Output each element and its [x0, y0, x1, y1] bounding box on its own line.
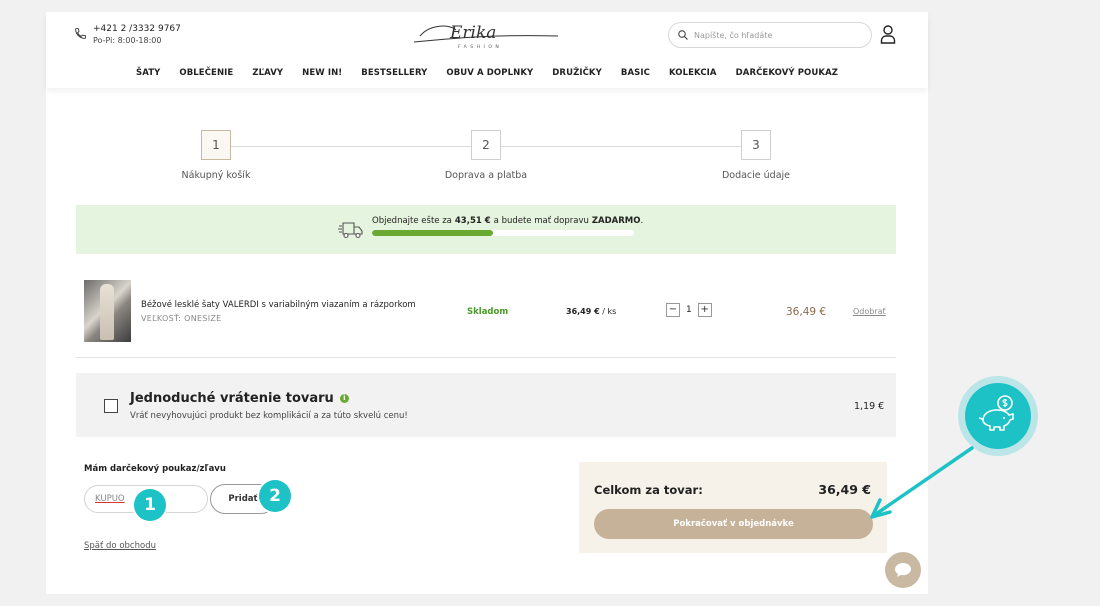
step-number: 2 — [471, 130, 501, 160]
main-navigation: ŠATY OBLEČENIE ZĽAVY NEW IN! BESTSELLERY… — [46, 68, 928, 78]
shipping-text-before: Objednajte ešte za — [372, 216, 452, 226]
shipping-free-label: ZADARMO — [591, 216, 641, 226]
step-number: 3 — [741, 130, 771, 160]
quantity-decrease-button[interactable]: − — [666, 303, 680, 317]
easy-return-option: Jednoduché vrátenie tovaru i Vráť nevyho… — [76, 373, 896, 437]
quantity-increase-button[interactable]: + — [697, 303, 712, 317]
brand-logo[interactable]: Erika FASHION — [410, 20, 562, 50]
easy-return-title: Jednoduché vrátenie tovaru — [130, 391, 334, 406]
truck-icon — [338, 222, 363, 239]
unit-price-value: 36,49 € — [566, 307, 600, 316]
free-shipping-banner: Objednajte ešte za 43,51 € a budete mať … — [76, 205, 896, 254]
product-image-figure — [100, 284, 114, 340]
piggy-bank-circle — [965, 383, 1031, 449]
voucher-label: Mám darčekový poukaz/zľavu — [84, 464, 226, 474]
logo-text: Erika — [449, 23, 496, 43]
step-label: Doprava a platba — [444, 170, 528, 181]
piggy-bank-icon — [978, 395, 1014, 431]
header: +421 2 /3332 9767 Po-Pi: 8:00-18:00 Erik… — [46, 12, 928, 88]
nav-item-basic[interactable]: BASIC — [621, 68, 650, 78]
continue-order-button[interactable]: Pokračovať v objednávke — [594, 509, 873, 539]
cart-item-row: Béžové lesklé šaty VALERDI s variabilným… — [76, 274, 896, 358]
unit-price: 36,49 € / ks — [566, 307, 616, 316]
product-size: VEĽKOSŤ: ONESIZE — [141, 314, 222, 323]
shipping-remaining-amount: 43,51 € — [454, 216, 491, 226]
step-number: 1 — [201, 130, 231, 160]
product-thumbnail[interactable] — [84, 280, 131, 342]
user-account-icon[interactable] — [880, 24, 896, 44]
chat-bubble-icon — [895, 563, 911, 577]
nav-item-oblecenie[interactable]: OBLEČENIE — [179, 68, 233, 78]
annotation-arrow — [870, 446, 974, 519]
nav-item-zlavy[interactable]: ZĽAVY — [252, 68, 283, 78]
shipping-text-middle: a budete mať dopravu — [493, 216, 589, 226]
remove-item-link[interactable]: Odobrať — [853, 307, 886, 316]
annotation-badge-2: 2 — [259, 480, 291, 512]
search-icon — [678, 30, 688, 40]
step-delivery-details[interactable]: 3 Dodacie údaje — [696, 130, 816, 181]
phone-icon — [75, 28, 86, 39]
step-shipping-payment[interactable]: 2 Doprava a platba — [426, 130, 546, 181]
nav-item-darcekovy-poukaz[interactable]: DARČEKOVÝ POUKAZ — [736, 68, 838, 78]
logo-subtitle: FASHION — [458, 44, 502, 50]
summary-label: Celkom za tovar: — [594, 483, 703, 497]
easy-return-checkbox[interactable] — [104, 399, 118, 413]
nav-item-obuv-a-doplnky[interactable]: OBUV A DOPLNKY — [446, 68, 533, 78]
unit-label: / ks — [602, 307, 617, 316]
shipping-text-end: . — [640, 216, 644, 226]
phone-number: +421 2 /3332 9767 — [93, 24, 181, 34]
page: +421 2 /3332 9767 Po-Pi: 8:00-18:00 Erik… — [46, 12, 928, 594]
line-total-price: 36,49 € — [786, 306, 827, 318]
nav-item-druzicky[interactable]: DRUŽIČKY — [552, 68, 602, 78]
product-name[interactable]: Béžové lesklé šaty VALERDI s variabilným… — [141, 300, 416, 310]
chat-button[interactable] — [885, 552, 921, 588]
stock-status: Skladom — [467, 307, 509, 317]
nav-item-saty[interactable]: ŠATY — [136, 68, 160, 78]
quantity-value: 1 — [686, 305, 692, 315]
annotation-badge-1: 1 — [134, 489, 166, 521]
nav-item-bestsellery[interactable]: BESTSELLERY — [361, 68, 427, 78]
step-label: Nákupný košík — [181, 170, 251, 181]
easy-return-title-row: Jednoduché vrátenie tovaru i — [130, 391, 349, 406]
phone-contact[interactable]: +421 2 /3332 9767 Po-Pi: 8:00-18:00 — [74, 24, 181, 46]
nav-item-new-in[interactable]: NEW IN! — [302, 68, 342, 78]
easy-return-description: Vráť nevyhovujúci produkt bez komplikáci… — [130, 411, 408, 421]
free-shipping-text: Objednajte ešte za 43,51 € a budete mať … — [372, 216, 643, 226]
search-bar[interactable] — [668, 22, 872, 48]
easy-return-price: 1,19 € — [854, 401, 885, 412]
shipping-progress-bar — [372, 230, 634, 236]
info-icon[interactable]: i — [339, 394, 349, 403]
piggy-bank-badge — [958, 376, 1038, 456]
nav-item-kolekcia[interactable]: KOLEKCIA — [669, 68, 717, 78]
step-cart[interactable]: 1 Nákupný košík — [156, 130, 276, 181]
back-to-shop-link[interactable]: Späť do obchodu — [84, 541, 156, 551]
search-input[interactable] — [694, 30, 864, 40]
order-summary: Celkom za tovar: 36,49 € Pokračovať v ob… — [579, 462, 887, 553]
checkout-steps: 1 Nákupný košík 2 Doprava a platba 3 Dod… — [46, 130, 928, 190]
step-label: Dodacie údaje — [721, 170, 791, 181]
opening-hours: Po-Pi: 8:00-18:00 — [93, 36, 162, 45]
shipping-progress-fill — [372, 230, 493, 236]
quantity-stepper: − 1 + — [666, 303, 712, 317]
